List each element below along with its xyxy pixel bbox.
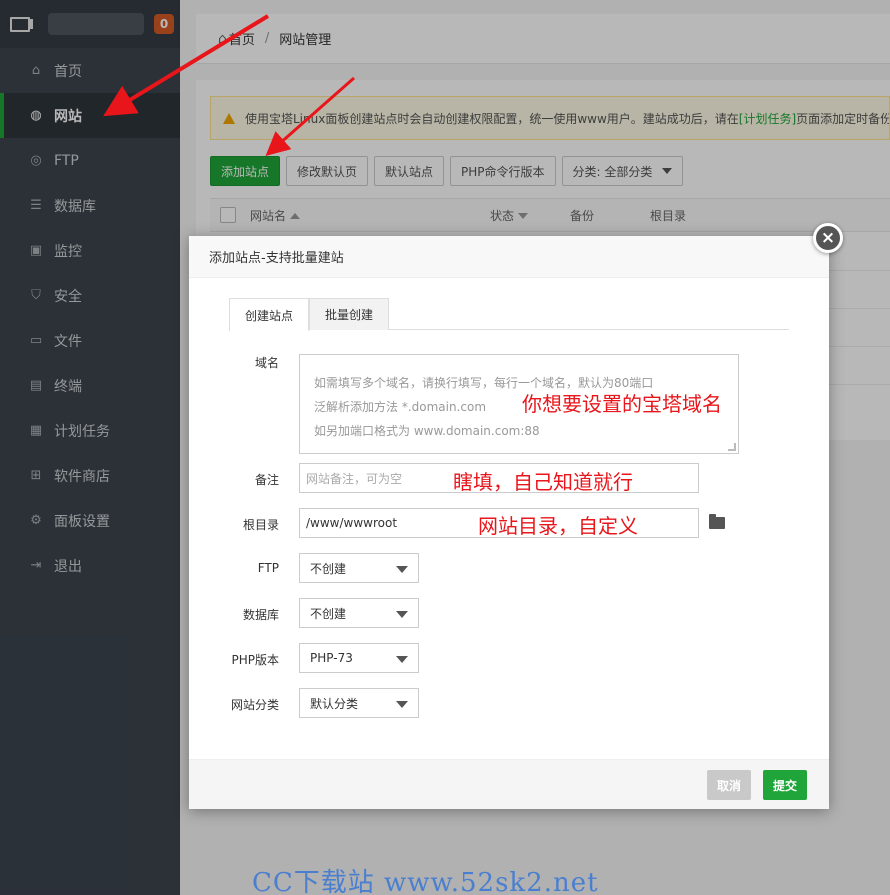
php-row: PHP版本 PHP-73 [189,643,419,673]
site-category-select[interactable]: 默认分类 [299,688,419,718]
folder-open-icon[interactable] [709,514,725,529]
category-row: 网站分类 默认分类 [189,688,419,718]
add-site-modal: 添加站点-支持批量建站 创建站点 批量创建 域名 如需填写多个域名，请换行填写，… [189,236,829,809]
cancel-button[interactable]: 取消 [707,770,752,800]
domain-label: 域名 [254,356,279,370]
database-label: 数据库 [242,608,279,622]
modal-tabs: 创建站点 批量创建 [229,298,789,331]
category-label: 网站分类 [230,698,279,712]
ftp-row: FTP 不创建 [189,553,419,583]
resize-grip-icon[interactable] [728,443,736,451]
remark-label: 备注 [254,473,279,487]
annotation-remark: 瞎填，自己知道就行 [453,470,633,494]
chevron-down-icon [396,566,408,573]
watermark: CC下载站 www.52sk2.net [252,868,599,895]
php-version-select[interactable]: PHP-73 [299,643,419,673]
root-label: 根目录 [242,518,279,532]
tab-create-site[interactable]: 创建站点 [229,298,310,331]
modal-footer: 取消 提交 [189,759,829,809]
chevron-down-icon [396,656,408,663]
root-row: 根目录 /www/wwwroot [189,508,725,538]
annotation-domain: 你想要设置的宝塔域名 [522,392,722,416]
database-select-value: 不创建 [310,606,347,621]
tab-batch-create[interactable]: 批量创建 [309,298,390,330]
database-select[interactable]: 不创建 [299,598,419,628]
ftp-label: FTP [257,561,279,575]
modal-title: 添加站点-支持批量建站 [189,236,829,278]
php-label: PHP版本 [231,653,280,667]
ftp-select[interactable]: 不创建 [299,553,419,583]
domain-placeholder-line: 如另加端口格式为 www.domain.com:88 [314,424,540,438]
submit-button[interactable]: 提交 [763,770,808,800]
database-row: 数据库 不创建 [189,598,419,628]
chevron-down-icon [396,611,408,618]
site-category-value: 默认分类 [310,696,359,711]
close-icon[interactable]: × [813,223,843,253]
ftp-select-value: 不创建 [310,561,347,576]
chevron-down-icon [396,701,408,708]
php-version-value: PHP-73 [310,651,353,665]
annotation-root: 网站目录，自定义 [478,514,638,538]
